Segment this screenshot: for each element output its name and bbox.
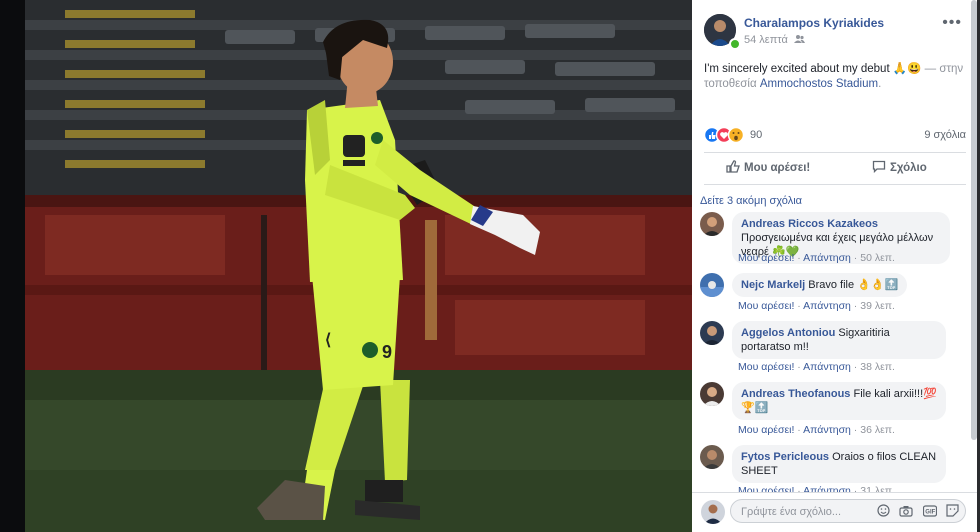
view-more-comments-link[interactable]: Δείτε 3 ακόμη σχόλια: [700, 195, 802, 207]
reaction-summary: 90 9 σχόλια: [703, 126, 966, 147]
post-actions: Μου αρέσει! Σχόλιο: [704, 155, 966, 181]
comment-time[interactable]: 50 λεπ.: [860, 252, 895, 264]
reaction-count[interactable]: 90: [750, 129, 762, 141]
backdrop-left: [0, 0, 25, 532]
shorts-number: 9: [382, 342, 392, 362]
goalkeeper-photo: ⟨ 9: [25, 0, 692, 532]
comment-reply-link[interactable]: Απάντηση: [803, 361, 851, 373]
comment-author[interactable]: Andreas Riccos Kazakeos: [741, 218, 878, 230]
comment-bubble: Andreas Theofanous File kali arxii!!!💯🏆🔝: [732, 382, 946, 420]
comment-time[interactable]: 38 λεπ.: [860, 361, 895, 373]
post-text-end: .: [878, 78, 882, 90]
location-link[interactable]: Ammochostos Stadium: [760, 78, 878, 90]
wow-icon: [727, 126, 745, 144]
gif-icon[interactable]: GIF: [922, 504, 937, 522]
post-text: I'm sincerely excited about my debut 🙏😃 …: [704, 62, 966, 92]
comment-time[interactable]: 36 λεπ.: [860, 424, 895, 436]
comment-meta: Μου αρέσει! · Απάντηση · 50 λεπ.: [738, 252, 895, 264]
comment-avatar[interactable]: [700, 445, 724, 469]
comment-like-link[interactable]: Μου αρέσει!: [738, 361, 794, 373]
comment-composer: GIF: [692, 492, 977, 532]
like-button[interactable]: Μου αρέσει!: [726, 160, 810, 174]
comment-like-link[interactable]: Μου αρέσει!: [738, 300, 794, 312]
comment-button-label: Σχόλιο: [890, 162, 927, 174]
comment-text: Bravo file 👌👌🔝: [808, 279, 899, 291]
comment-author[interactable]: Aggelos Antoniou: [741, 327, 835, 339]
divider-top: [704, 152, 966, 153]
comment-bubble: Nejc Markelj Bravo file 👌👌🔝: [732, 273, 908, 297]
comment-author[interactable]: Nejc Markelj: [741, 279, 805, 291]
composer-icons: GIF: [872, 504, 959, 522]
comment-avatar[interactable]: [700, 321, 724, 345]
comment-bubble: Fytos Pericleous Oraios o filos CLEAN SH…: [732, 445, 946, 483]
viewer-avatar[interactable]: [701, 500, 725, 524]
comment-bubble: Aggelos Antoniou Sigxaritiria portaratso…: [732, 321, 946, 359]
comment-reply-link[interactable]: Απάντηση: [803, 424, 851, 436]
comment-count[interactable]: 9 σχόλια: [924, 129, 966, 141]
post-header: Charalampos Kyriakides 54 λεπτά •••: [704, 14, 966, 50]
divider-bottom: [704, 184, 966, 185]
comment-avatar[interactable]: [700, 273, 724, 297]
comment-icon: [872, 160, 890, 174]
comment-meta: Μου αρέσει! · Απάντηση · 38 λεπ.: [738, 361, 895, 373]
comment-input[interactable]: [739, 503, 873, 521]
svg-text:⟨: ⟨: [325, 332, 331, 349]
friends-audience-icon[interactable]: [793, 34, 805, 47]
reaction-icons[interactable]: [703, 126, 748, 147]
comment-avatar[interactable]: [700, 382, 724, 406]
emoji-icon[interactable]: [877, 504, 890, 522]
comment-author[interactable]: Andreas Theofanous: [741, 388, 850, 400]
like-button-label: Μου αρέσει!: [744, 162, 811, 174]
comment-button[interactable]: Σχόλιο: [872, 160, 927, 174]
thumbs-up-icon: [726, 160, 744, 174]
more-options-icon[interactable]: •••: [942, 14, 962, 32]
sticker-icon[interactable]: [946, 504, 959, 522]
post-photo[interactable]: ⟨ 9: [25, 0, 692, 532]
online-status-dot: [729, 38, 741, 50]
comment-input-box[interactable]: GIF: [730, 499, 966, 523]
comment-reply-link[interactable]: Απάντηση: [803, 300, 851, 312]
post-time-text[interactable]: 54 λεπτά: [744, 34, 788, 46]
comment-avatar[interactable]: [700, 212, 724, 236]
post-side-panel: Charalampos Kyriakides 54 λεπτά ••• I'm …: [692, 0, 977, 532]
comment-like-link[interactable]: Μου αρέσει!: [738, 424, 794, 436]
comment-reply-link[interactable]: Απάντηση: [803, 252, 851, 264]
post-message: I'm sincerely excited about my debut 🙏😃: [704, 63, 922, 75]
camera-icon[interactable]: [899, 504, 913, 522]
comment-like-link[interactable]: Μου αρέσει!: [738, 252, 794, 264]
comment-author[interactable]: Fytos Pericleous: [741, 451, 829, 463]
comment-meta: Μου αρέσει! · Απάντηση · 39 λεπ.: [738, 300, 895, 312]
post-time: 54 λεπτά: [744, 34, 805, 47]
author-name[interactable]: Charalampos Kyriakides: [744, 16, 884, 30]
svg-text:GIF: GIF: [925, 510, 935, 516]
comment-meta: Μου αρέσει! · Απάντηση · 36 λεπ.: [738, 424, 895, 436]
comment-time[interactable]: 39 λεπ.: [860, 300, 895, 312]
